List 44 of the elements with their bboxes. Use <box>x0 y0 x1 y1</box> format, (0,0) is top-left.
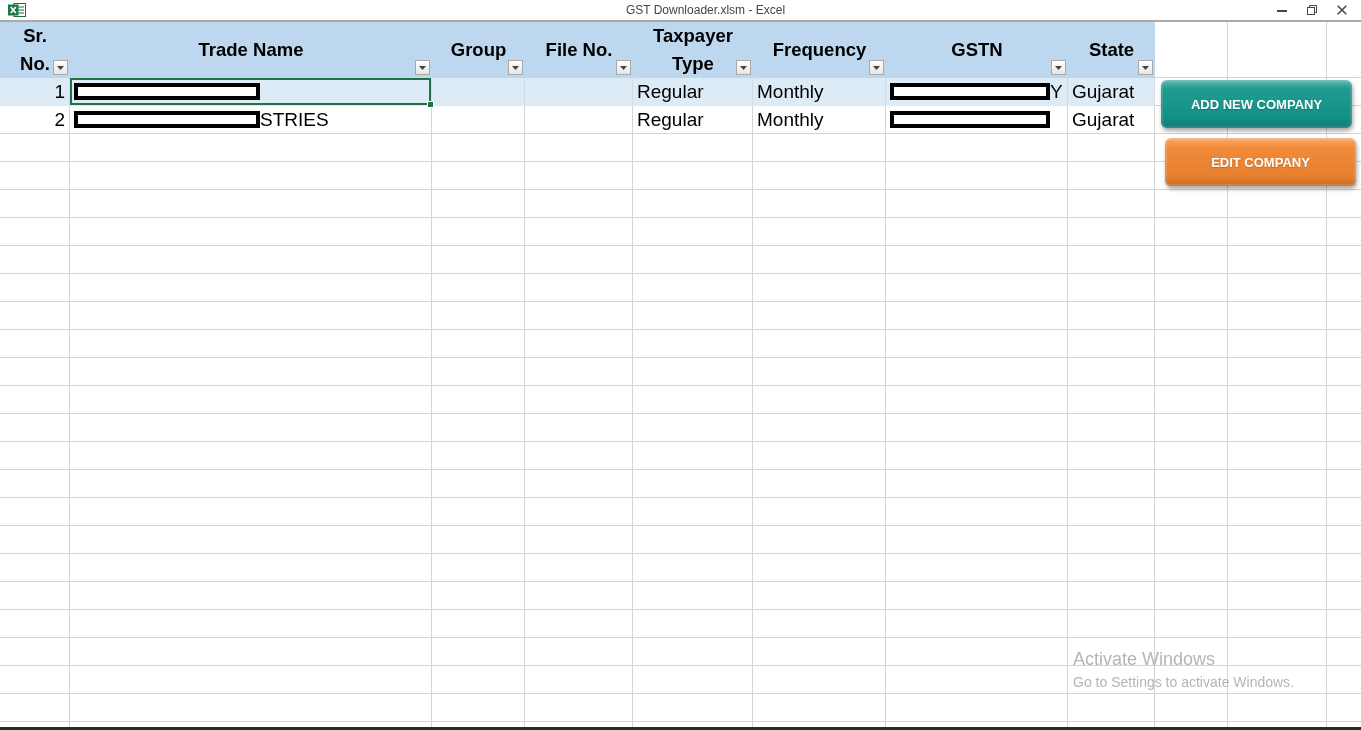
caret-down-icon <box>740 65 747 70</box>
cell-text: Y <box>1050 80 1063 103</box>
column-label: State <box>1088 38 1135 62</box>
column-label: Taxpayer Type <box>652 24 734 76</box>
filter-dropdown-button[interactable] <box>508 60 523 75</box>
cell-text: Regular <box>637 108 704 131</box>
caret-down-icon <box>873 65 880 70</box>
fill-handle-icon[interactable] <box>427 101 434 108</box>
column-label: Sr. No. <box>19 24 51 76</box>
cell-text: STRIES <box>260 108 329 131</box>
cell-text: 2 <box>54 108 65 131</box>
cell-text: Gujarat <box>1072 108 1135 131</box>
filter-dropdown-button[interactable] <box>1051 60 1066 75</box>
column-label: File No. <box>545 38 613 62</box>
column-label: GSTN <box>951 38 1003 62</box>
filter-dropdown-button[interactable] <box>1138 60 1153 75</box>
activation-notice-message: Go to Settings to activate Windows. <box>1073 674 1294 690</box>
caret-down-icon <box>1055 65 1062 70</box>
caret-down-icon <box>57 65 64 70</box>
minimize-icon <box>1277 10 1287 12</box>
column-label: Trade Name <box>198 38 304 62</box>
filter-dropdown-button[interactable] <box>736 60 751 75</box>
caret-down-icon <box>620 65 627 70</box>
activation-notice-title: Activate Windows <box>1073 649 1217 670</box>
cell-text: Monthly <box>757 80 824 103</box>
filter-dropdown-button[interactable] <box>53 60 68 75</box>
cell-text: 1 <box>54 80 65 103</box>
caret-down-icon <box>419 65 426 70</box>
cell-text: Regular <box>637 80 704 103</box>
caret-down-icon <box>1142 65 1149 70</box>
filter-dropdown-button[interactable] <box>415 60 430 75</box>
column-label: Frequency <box>772 38 867 62</box>
macro-button[interactable]: EDIT COMPANY <box>1165 138 1356 186</box>
filter-dropdown-button[interactable] <box>869 60 884 75</box>
window-title: GST Downloader.xlsm - Excel <box>624 3 787 17</box>
column-label: Group <box>450 38 507 62</box>
caret-down-icon <box>512 65 519 70</box>
spreadsheet-icon[interactable] <box>8 3 26 17</box>
filter-dropdown-button[interactable] <box>616 60 631 75</box>
cell-text: Monthly <box>757 108 824 131</box>
macro-button[interactable]: ADD NEW COMPANY <box>1161 80 1352 128</box>
close-icon <box>1337 5 1347 15</box>
restore-icon <box>1307 5 1317 15</box>
cell-text: Gujarat <box>1072 80 1135 103</box>
